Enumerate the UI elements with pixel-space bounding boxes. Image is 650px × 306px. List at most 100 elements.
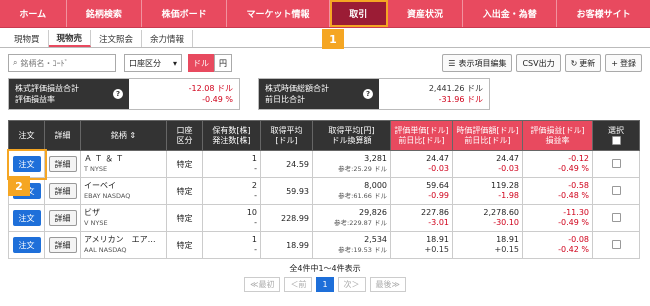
- col-avg: 取得平均 [ドル]: [260, 120, 313, 151]
- detail-cell: 詳細: [44, 204, 81, 232]
- avg-price: 18.99: [260, 231, 313, 259]
- cost-yen: 29,826: [359, 208, 387, 217]
- mv-change: -0.03: [498, 164, 519, 173]
- cost-cell: 3,281 参考:25.29 ドル: [312, 150, 391, 178]
- qty-cell: 1-: [202, 231, 261, 259]
- help-icon[interactable]: ?: [113, 89, 123, 99]
- tab-spot-buy[interactable]: 現物買: [6, 30, 49, 47]
- page-prev-button[interactable]: ＜前: [284, 277, 313, 292]
- tab-spot-sell[interactable]: 現物売: [48, 30, 92, 47]
- pl-summary-labels: 株式評価損益合計 評価損益率 ?: [9, 79, 129, 109]
- account-type-select[interactable]: 口座区分 ▾: [124, 54, 182, 72]
- pl-cell: -0.12 -0.49 %: [522, 150, 593, 178]
- market-value: 18.91: [496, 235, 519, 244]
- order-button[interactable]: 注文: [12, 237, 41, 253]
- unit-change: -0.99: [428, 191, 449, 200]
- nav-market-info[interactable]: マーケット情報: [227, 0, 330, 27]
- detail-cell: 詳細: [44, 231, 81, 259]
- csv-export-button[interactable]: CSV出力: [516, 54, 561, 72]
- nav-stock-search[interactable]: 銘柄検索: [67, 0, 143, 27]
- tab-capacity-info[interactable]: 余力情報: [142, 30, 194, 47]
- row-checkbox[interactable]: [611, 212, 621, 222]
- pl-value: -11.30: [563, 208, 589, 217]
- avg-price: 228.99: [260, 204, 313, 232]
- help-icon[interactable]: ?: [363, 89, 373, 99]
- order-button[interactable]: 注文: [12, 210, 41, 226]
- col-pl[interactable]: 評価損益[ドル] 損益率: [522, 120, 593, 151]
- refresh-button[interactable]: ↻ 更新: [564, 54, 602, 72]
- detail-button[interactable]: 詳細: [48, 237, 77, 253]
- row-checkbox[interactable]: [611, 239, 621, 249]
- list-icon: ☰: [448, 58, 456, 68]
- name-cell: ビザ V NYSE: [80, 204, 167, 232]
- page-first-button[interactable]: ≪最初: [244, 277, 281, 292]
- stock-name[interactable]: アメリカン エア…: [84, 235, 163, 245]
- held-qty: 1: [251, 154, 257, 163]
- detail-button[interactable]: 詳細: [48, 183, 77, 199]
- stock-name[interactable]: イーベイ: [84, 181, 163, 191]
- pl-cell: -0.08 -0.42 %: [522, 231, 593, 259]
- held-qty: 10: [246, 208, 257, 217]
- mv-total-value: 2,441.26 ドル: [428, 84, 483, 93]
- cost-dollar-ref: 参考:19.53 ドル: [338, 246, 387, 254]
- currency-dollar-button[interactable]: ドル: [188, 54, 214, 72]
- nav-customer-site[interactable]: お客様サイト: [557, 0, 650, 27]
- pl-rate: -0.49 %: [558, 164, 589, 173]
- unit-change: +0.15: [424, 245, 449, 254]
- nav-assets[interactable]: 資産状況: [388, 0, 464, 27]
- row-checkbox[interactable]: [611, 185, 621, 195]
- cost-dollar-ref: 参考:25.29 ドル: [338, 165, 387, 173]
- col-avg-line1: 取得平均: [270, 125, 303, 135]
- qty-cell: 10-: [202, 204, 261, 232]
- unit-cell: 18.91 +0.15: [390, 231, 453, 259]
- summary-area: 株式評価損益合計 評価損益率 ? -12.08 ドル -0.49 % 株式時価総…: [0, 78, 650, 110]
- detail-button[interactable]: 詳細: [48, 156, 77, 172]
- pl-rate-value: -0.49 %: [202, 95, 233, 104]
- detail-button[interactable]: 詳細: [48, 210, 77, 226]
- col-order: 注文: [8, 120, 45, 151]
- avg-price: 24.59: [260, 150, 313, 178]
- search-box: ⌕: [8, 54, 116, 72]
- nav-home[interactable]: ホーム: [0, 0, 67, 27]
- page-last-button[interactable]: 最後≫: [369, 277, 406, 292]
- col-unit-line2: 前日比[ドル]: [398, 135, 445, 145]
- col-qty-line2: 発注数[株]: [212, 135, 251, 145]
- table-row: 注文詳細イーベイEBAY NASDAQ特定2-59.938,000参考:61.6…: [8, 177, 640, 205]
- tab-order-inquiry[interactable]: 注文照会: [91, 30, 143, 47]
- nav-stock-board[interactable]: 株価ボード: [142, 0, 228, 27]
- col-mv-line1: 時価評価額[ドル]: [456, 125, 519, 135]
- edit-columns-button[interactable]: ☰ 表示項目編集: [442, 54, 513, 72]
- select-cell: [592, 204, 640, 232]
- col-market-value[interactable]: 時価評価額[ドル] 前日比[ドル]: [452, 120, 523, 151]
- unit-change: -0.03: [428, 164, 449, 173]
- page-current[interactable]: 1: [316, 277, 334, 292]
- select-all-checkbox[interactable]: [611, 136, 621, 145]
- pl-value: -0.08: [568, 235, 589, 244]
- select-cell: [592, 231, 640, 259]
- held-qty: 1: [251, 235, 257, 244]
- page-next-button[interactable]: 次＞: [337, 277, 366, 292]
- stock-name[interactable]: Ａ Ｔ ＆ Ｔ: [84, 154, 163, 164]
- holdings-table: 注文 詳細 銘柄 ⇕ 口座 区分 保有数[株] 発注数[株] 取得平均 [ドル] 取得…: [6, 120, 640, 259]
- held-qty: 2: [251, 181, 257, 190]
- col-account-line2: 区分: [176, 135, 193, 145]
- stock-ticker: EBAY NASDAQ: [84, 192, 131, 200]
- currency-yen-button[interactable]: 円: [214, 54, 232, 72]
- col-name[interactable]: 銘柄 ⇕: [80, 120, 167, 151]
- col-mv-line2: 前日比[ドル]: [464, 135, 511, 145]
- nav-trade[interactable]: 取引: [329, 0, 388, 27]
- col-pl-line2: 損益率: [545, 135, 570, 145]
- register-button[interactable]: + 登録: [605, 54, 642, 72]
- order-button[interactable]: 注文: [12, 156, 41, 172]
- select-cell: [592, 177, 640, 205]
- col-qty-line1: 保有数[株]: [212, 125, 251, 135]
- nav-deposit-fx[interactable]: 入出金・為替: [463, 0, 558, 27]
- col-qty: 保有数[株] 発注数[株]: [202, 120, 261, 151]
- cost-dollar-ref: 参考:229.87 ドル: [334, 219, 387, 227]
- row-checkbox[interactable]: [611, 158, 621, 168]
- search-input[interactable]: [20, 58, 111, 68]
- stock-ticker: AAL NASDAQ: [84, 246, 127, 254]
- detail-cell: 詳細: [44, 177, 81, 205]
- col-unit-price[interactable]: 評価単価[ドル] 前日比[ドル]: [390, 120, 453, 151]
- stock-name[interactable]: ビザ: [84, 208, 163, 218]
